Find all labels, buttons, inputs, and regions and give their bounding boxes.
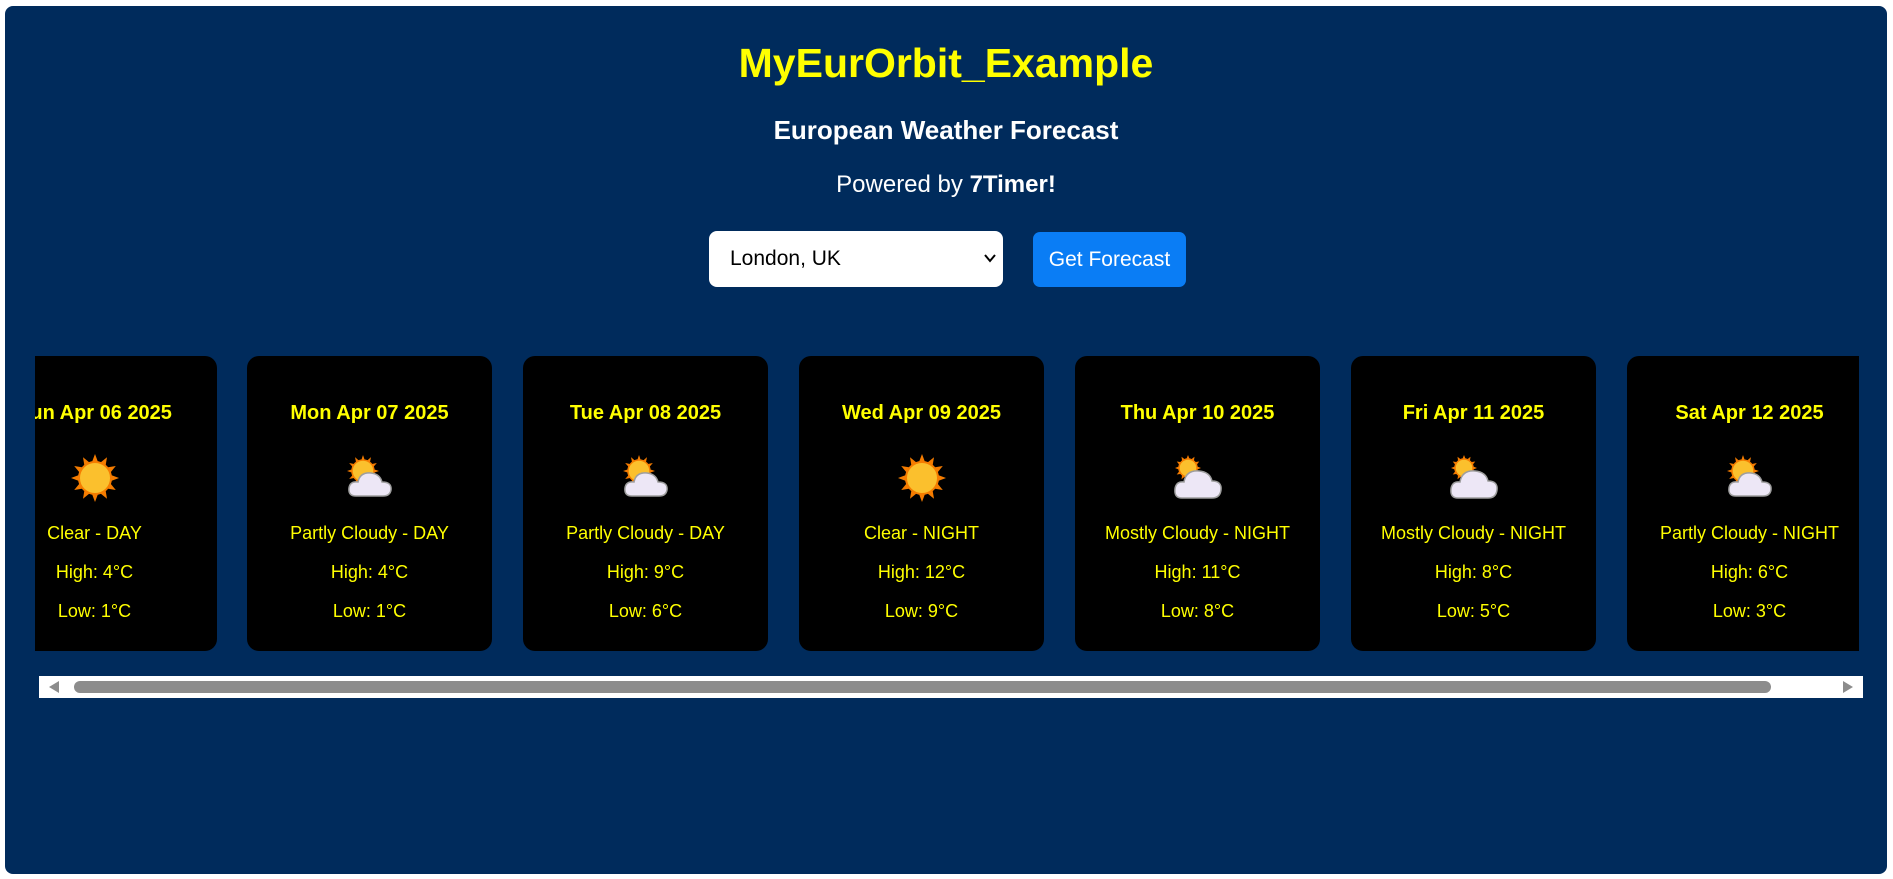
forecast-card: Mon Apr 07 2025 Partly Cloudy - DAY High: … (247, 356, 492, 651)
scroll-right-arrow-icon[interactable] (1843, 681, 1853, 693)
forecast-low: Low: 9°C (884, 601, 959, 621)
forecast-scroller[interactable]: Sun Apr 06 2025 Clear - DAY High: 4°C Low: … (35, 351, 1859, 655)
forecast-date: Thu Apr 10 2025 (1120, 402, 1275, 424)
app-container: MyEurOrbit_Example European Weather Fore… (5, 6, 1887, 874)
forecast-low: Low: 6°C (608, 601, 683, 621)
forecast-high: High: 11°C (1154, 562, 1241, 582)
partly-cloudy-icon (620, 452, 672, 504)
forecast-card: Tue Apr 08 2025 Partly Cloudy - DAY High: … (523, 356, 768, 651)
horizontal-scrollbar[interactable] (39, 676, 1863, 698)
forecast-date: Tue Apr 08 2025 (569, 402, 722, 424)
forecast-low: Low: 1°C (332, 601, 407, 621)
forecast-high: High: 12°C (877, 562, 966, 582)
page-subtitle: European Weather Forecast (773, 115, 1119, 145)
forecast-condition: Partly Cloudy - NIGHT (1659, 523, 1840, 543)
forecast-high: High: 9°C (606, 562, 685, 582)
forecast-low: Low: 1°C (57, 601, 132, 621)
forecast-card: Sun Apr 06 2025 Clear - DAY High: 4°C Low: … (35, 356, 217, 651)
forecast-condition: Mostly Cloudy - NIGHT (1380, 523, 1567, 543)
forecast-card: Sat Apr 12 2025 Partly Cloudy - NIGHT High… (1627, 356, 1859, 651)
mostly-cloudy-icon (1448, 452, 1500, 504)
forecast-date: Mon Apr 07 2025 (290, 402, 449, 424)
sun-icon (69, 452, 121, 504)
forecast-condition: Partly Cloudy - DAY (290, 523, 449, 543)
scroll-left-arrow-icon[interactable] (49, 681, 59, 693)
partly-cloudy-icon (344, 452, 396, 504)
forecast-high: High: 4°C (55, 562, 134, 582)
forecast-low: Low: 8°C (1160, 601, 1235, 621)
partly-cloudy-icon (1724, 452, 1776, 504)
forecast-condition: Clear - NIGHT (863, 523, 979, 543)
forecast-high: High: 6°C (1710, 562, 1789, 582)
get-forecast-button[interactable]: Get Forecast (1033, 232, 1186, 287)
powered-by-brand: 7Timer! (969, 171, 1056, 198)
app-title: MyEurOrbit_Example (738, 40, 1154, 86)
sun-icon (896, 452, 948, 504)
forecast-track: Sun Apr 06 2025 Clear - DAY High: 4°C Low: … (35, 351, 1859, 655)
forecast-card: Fri Apr 11 2025 Mostly Cloudy - NIGHT High… (1351, 356, 1596, 651)
forecast-low: Low: 5°C (1436, 601, 1511, 621)
forecast-date: Wed Apr 09 2025 (842, 402, 1001, 424)
forecast-condition: Clear - DAY (47, 523, 142, 543)
city-select-value: London, UK (730, 247, 841, 270)
forecast-high: High: 8°C (1434, 562, 1513, 582)
forecast-low: Low: 3°C (1712, 601, 1787, 621)
mostly-cloudy-icon (1172, 452, 1224, 504)
chevron-down-icon (984, 254, 996, 263)
forecast-card: Thu Apr 10 2025 Mostly Cloudy - NIGHT High… (1075, 356, 1320, 651)
forecast-condition: Mostly Cloudy - NIGHT (1104, 523, 1291, 543)
forecast-date: Sat Apr 12 2025 (1675, 402, 1824, 424)
powered-by-prefix: Powered by (836, 171, 970, 198)
city-select[interactable]: London, UK (709, 231, 1003, 287)
forecast-condition: Partly Cloudy - DAY (566, 523, 725, 543)
forecast-date: Sun Apr 06 2025 (35, 402, 172, 424)
powered-by-text: Powered by 7Timer! (5, 170, 1887, 200)
forecast-date: Fri Apr 11 2025 (1402, 402, 1545, 424)
forecast-card: Wed Apr 09 2025 Clear - NIGHT High: 12°C Lo… (799, 356, 1044, 651)
scrollbar-thumb[interactable] (74, 681, 1771, 693)
forecast-high: High: 4°C (330, 562, 409, 582)
